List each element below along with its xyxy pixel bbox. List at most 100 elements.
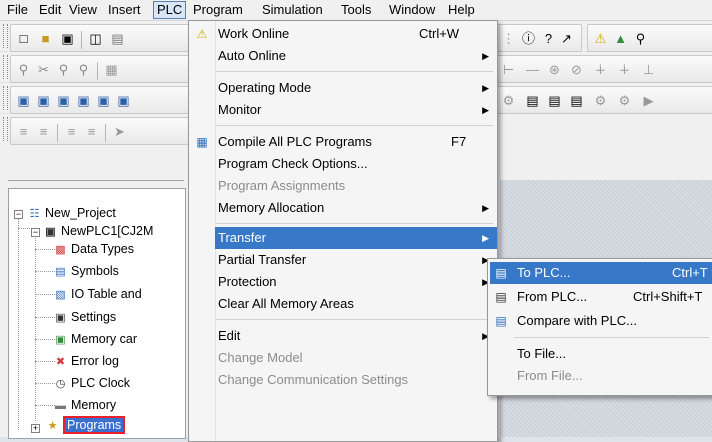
monitor-all-icon[interactable]: ▤ [546,92,563,109]
collapse-toggle[interactable]: − [31,228,40,237]
submenu-arrow-icon: ▶ [482,83,489,93]
rung-icon[interactable]: ⊢ [500,61,517,78]
menu-program[interactable]: Program [190,2,246,18]
set-icon[interactable]: ⚙ [616,92,633,109]
menu-item-compile-all[interactable]: ▦ Compile All PLC Programs F7 [189,131,497,153]
online-edit-icon[interactable]: ▲ [612,30,629,47]
cycle-icon[interactable]: ⚙ [500,92,517,109]
menu-bar: File Edit View Insert PLC Program Simula… [0,0,712,21]
contact-icon[interactable]: ⊛ [546,61,563,78]
grid-icon[interactable]: ▦ [103,61,120,78]
memory-chip-icon: ▬ [55,399,66,412]
tree-node-symbols[interactable]: ▤ Symbols [53,262,119,280]
tree-node-data-types[interactable]: ▩ Data Types [53,240,134,258]
warning-icon: ⚠ [196,27,208,41]
toolbar-grip[interactable] [3,86,8,110]
data-trace-icon[interactable]: ▤ [568,92,585,109]
outdent-icon[interactable]: ≡ [35,123,52,140]
line-icon[interactable]: — [524,61,541,78]
watch-window-icon[interactable]: ▣ [55,92,72,109]
monitor-icon[interactable]: ▤ [524,92,541,109]
menu-item-compare-with-plc[interactable]: ▤ Compare with PLC... [488,310,712,332]
force-icon[interactable]: ⚙ [592,92,609,109]
comment-icon[interactable]: ≡ [63,123,80,140]
toolbar-zoom: ⚲ ✂ ⚲ ⚲ ▦ [10,55,192,83]
uncomment-icon[interactable]: ≡ [83,123,100,140]
zoom-in-icon[interactable]: ⚲ [55,61,72,78]
menu-item-memory-allocation[interactable]: Memory Allocation ▶ [189,197,497,219]
run-icon[interactable]: ▶ [640,92,657,109]
menu-item-from-file[interactable]: From File... [488,365,712,387]
new-file-icon[interactable]: □ [15,30,32,47]
address-ref-icon[interactable]: ▣ [95,92,112,109]
tree-node-memory[interactable]: ▬ Memory [53,396,116,414]
info-icon[interactable]: ⓘ [520,30,537,47]
memory-icon[interactable]: ⋮ [500,30,517,47]
menu-item-operating-mode[interactable]: Operating Mode ▶ [189,77,497,99]
context-help-icon[interactable]: ↗ [558,30,575,47]
menu-item-to-plc[interactable]: ▤ To PLC... Ctrl+T [490,262,712,284]
menu-item-partial-transfer[interactable]: Partial Transfer ▶ [189,249,497,271]
indent-icon[interactable]: ≡ [15,123,32,140]
project-window-icon[interactable]: ▣ [15,92,32,109]
cross-ref-icon[interactable]: ▣ [75,92,92,109]
to-plc-icon: ▤ [495,266,507,280]
properties-icon[interactable]: ▣ [115,92,132,109]
menu-item-program-check-options[interactable]: Program Check Options... [189,153,497,175]
help-icon[interactable]: ? [540,30,557,47]
tree-node-settings[interactable]: ▣ Settings [53,308,116,326]
toolbar-standard: □ ■ ▣ ◫ ▤ [10,24,192,52]
menu-tools[interactable]: Tools [338,2,374,18]
tree-node-programs[interactable]: ★ Programs [45,416,126,434]
tree-node-error-log[interactable]: ✖ Error log [53,352,119,370]
save-icon[interactable]: ▣ [59,30,76,47]
toolbar-grip[interactable] [3,55,8,79]
menu-item-protection[interactable]: Protection ▶ [189,271,497,293]
zoom-icon[interactable]: ⚲ [15,61,32,78]
menu-help[interactable]: Help [445,2,478,18]
menu-item-transfer[interactable]: Transfer ▶ [215,227,497,249]
menu-item-clear-all-memory[interactable]: Clear All Memory Areas [189,293,497,315]
print-preview-icon[interactable]: ◫ [87,30,104,47]
print-icon[interactable]: ▤ [109,30,126,47]
tree-node-plc[interactable]: ▣ NewPLC1[CJ2M [43,222,153,240]
toolbar-grip[interactable] [3,117,8,141]
menu-item-change-model[interactable]: Change Model [189,347,497,369]
menu-view[interactable]: View [66,2,100,18]
bookmark-icon[interactable]: ➤ [111,123,128,140]
menu-item-monitor[interactable]: Monitor ▶ [189,99,497,121]
menu-item-from-plc[interactable]: ▤ From PLC... Ctrl+Shift+T [488,286,712,308]
tree-node-io-table[interactable]: ▧ IO Table and [53,285,141,303]
open-folder-icon[interactable]: ■ [37,30,54,47]
menu-window[interactable]: Window [386,2,438,18]
search-icon[interactable]: ⚲ [632,30,649,47]
work-online-icon[interactable]: ⚠ [592,30,609,47]
nc-coil-icon[interactable]: ∔ [616,61,633,78]
menu-simulation[interactable]: Simulation [259,2,326,18]
nc-contact-icon[interactable]: ⊘ [568,61,585,78]
menu-item-change-communication-settings[interactable]: Change Communication Settings [189,369,497,391]
toolbar-plc: ⚠ ▲ ⚲ [587,24,712,52]
tree-node-project[interactable]: ☷ New_Project [27,204,116,222]
menu-item-work-online[interactable]: ⚠ Work Online Ctrl+W [189,23,497,45]
menu-item-program-assignments[interactable]: Program Assignments [189,175,497,197]
cut-icon[interactable]: ✂ [35,61,52,78]
menu-item-to-file[interactable]: To File... [488,343,712,365]
menu-file[interactable]: File [4,2,31,18]
zoom-out-icon[interactable]: ⚲ [75,61,92,78]
output-window-icon[interactable]: ▣ [35,92,52,109]
programs-icon: ★ [47,419,58,432]
toolbar-online: ⋮ ⓘ ? ↗ [495,24,582,52]
expand-toggle[interactable]: + [31,424,40,433]
collapse-toggle[interactable]: − [14,210,23,219]
menu-edit[interactable]: Edit [36,2,64,18]
tree-node-memory-card[interactable]: ▣ Memory car [53,330,137,348]
instruction-icon[interactable]: ⊥ [640,61,657,78]
menu-item-auto-online[interactable]: Auto Online ▶ [189,45,497,67]
menu-item-edit[interactable]: Edit ▶ [189,325,497,347]
tree-node-plc-clock[interactable]: ◷ PLC Clock [53,374,130,392]
menu-plc[interactable]: PLC [153,1,187,19]
menu-insert[interactable]: Insert [105,2,144,18]
coil-icon[interactable]: ∔ [592,61,609,78]
toolbar-grip[interactable] [3,24,8,48]
